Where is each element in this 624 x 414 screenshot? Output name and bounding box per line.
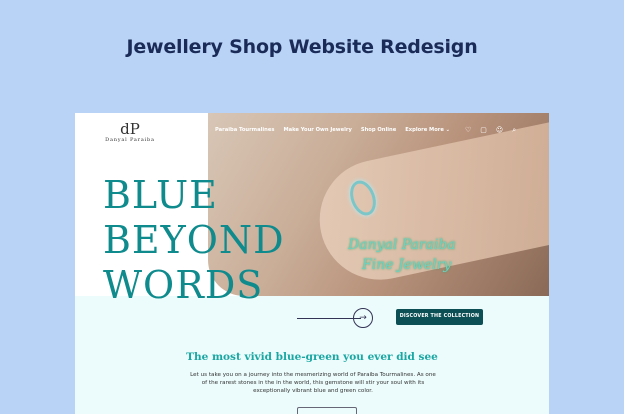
photo-brand-line-1: Danyal Paraiba [348,237,456,253]
user-icon[interactable]: ☺ [496,126,503,135]
hero-title-line-2: BEYOND [103,218,285,262]
logo-text: Danyal Paraiba [105,137,155,143]
nav-item-explore-more[interactable]: Explore More ⌄ [405,127,450,133]
search-icon[interactable]: ⌕ [512,126,516,135]
tagline: The most vivid blue-green you ever did s… [186,351,438,363]
bag-icon[interactable]: ▢ [480,126,487,135]
nav-item-make-your-own-jewelry[interactable]: Make Your Own Jewelry [283,127,351,133]
site-logo[interactable]: dP Danyal Paraiba [95,121,165,143]
website-mockup: Danyal Paraiba Fine Jewelry dP Danyal Pa… [75,113,549,414]
arrow-right-icon[interactable]: → [353,308,373,328]
nav-item-shop-online[interactable]: Shop Online [361,127,396,133]
nav-icons: ♡ ▢ ☺ ⌕ [465,126,516,135]
arrow-line [297,318,361,319]
hero-title-line-1: BLUE [103,173,218,217]
hero-title-line-3: WORDS [103,263,264,307]
heart-icon[interactable]: ♡ [465,126,471,135]
logo-mark: dP [120,120,140,138]
page-headline: Jewellery Shop Website Redesign [126,36,478,58]
photo-brand-line-2: Fine Jewelry [362,257,452,273]
secondary-button[interactable] [297,407,357,414]
hero-title: BLUE BEYOND WORDS [103,173,285,308]
nav-item-paraiba-tourmalines[interactable]: Paraiba Tourmalines [215,127,274,133]
photo-brand-text: Danyal Paraiba Fine Jewelry [348,235,456,275]
discover-collection-button[interactable]: DISCOVER THE COLLECTION [396,309,483,325]
main-nav: Paraiba Tourmalines Make Your Own Jewelr… [215,127,450,133]
intro-text: Let us take you on a journey into the me… [190,372,436,394]
